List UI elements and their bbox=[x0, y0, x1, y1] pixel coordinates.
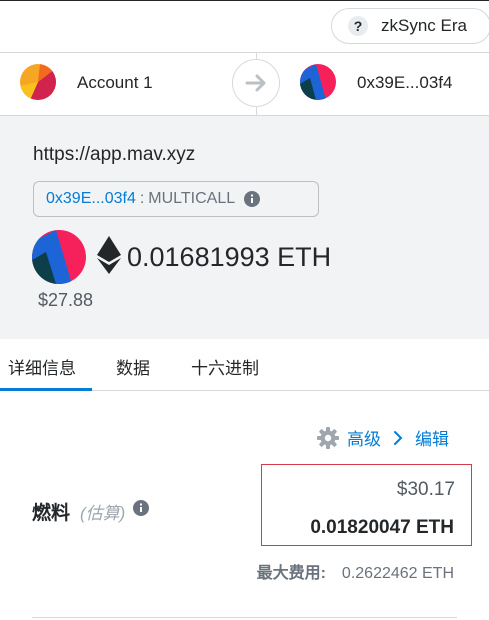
gear-icon[interactable] bbox=[316, 426, 340, 450]
details-tabs: 详细信息 数据 十六进制 bbox=[0, 339, 489, 391]
network-selector[interactable]: ? zkSync Era bbox=[331, 8, 489, 44]
transaction-value-fiat: $27.88 bbox=[38, 290, 94, 310]
question-icon: ? bbox=[348, 16, 368, 36]
contract-address-link[interactable]: 0x39E...03f4 bbox=[46, 190, 136, 208]
advanced-link[interactable]: 高级 bbox=[347, 425, 381, 450]
active-tab-indicator bbox=[0, 388, 92, 391]
ethereum-icon bbox=[97, 236, 121, 279]
gas-estimate-label: (估算) bbox=[80, 504, 126, 523]
recipient-avatar[interactable] bbox=[300, 64, 336, 100]
max-fee-label: 最大费用: bbox=[256, 565, 326, 582]
info-icon[interactable] bbox=[132, 499, 150, 522]
recipient-address[interactable]: 0x39E...03f4 bbox=[357, 73, 452, 93]
advanced-edit-row: 高级 编辑 bbox=[316, 425, 449, 450]
section-divider bbox=[32, 617, 457, 618]
transaction-summary: https://app.mav.xyz 0x39E...03f4 : MULTI… bbox=[0, 115, 489, 339]
tab-details[interactable]: 详细信息 bbox=[8, 354, 76, 379]
transaction-value: 0.01681993 ETH bbox=[127, 242, 332, 272]
network-name: zkSync Era bbox=[381, 16, 467, 35]
origin-url: https://app.mav.xyz bbox=[33, 144, 196, 165]
method-separator: : bbox=[139, 190, 145, 207]
sender-account-name[interactable]: Account 1 bbox=[77, 73, 153, 93]
chevron-right-icon bbox=[393, 430, 403, 446]
sender-recipient-row: Account 1 0x39E...03f4 bbox=[0, 53, 489, 115]
tab-data[interactable]: 数据 bbox=[116, 354, 150, 379]
gas-fee-fiat: $30.17 bbox=[396, 479, 455, 500]
max-fee-row: 最大费用: 0.2622462 ETH bbox=[257, 559, 454, 583]
window-top-border bbox=[0, 0, 489, 1]
gas-fee-box: $30.17 0.01820047 ETH bbox=[261, 464, 472, 546]
account-avatar[interactable] bbox=[20, 64, 56, 100]
method-badge: 0x39E...03f4 : MULTICALL bbox=[33, 181, 319, 217]
method-name: MULTICALL bbox=[148, 190, 236, 207]
arrow-right-icon bbox=[232, 59, 280, 107]
token-avatar bbox=[32, 230, 86, 284]
tab-hex[interactable]: 十六进制 bbox=[191, 354, 259, 379]
max-fee-value: 0.2622462 ETH bbox=[341, 565, 454, 582]
gas-label: 燃料 bbox=[32, 503, 71, 524]
gas-fee-eth: 0.01820047 ETH bbox=[310, 517, 454, 538]
info-icon[interactable] bbox=[243, 190, 261, 208]
edit-link[interactable]: 编辑 bbox=[415, 425, 449, 450]
